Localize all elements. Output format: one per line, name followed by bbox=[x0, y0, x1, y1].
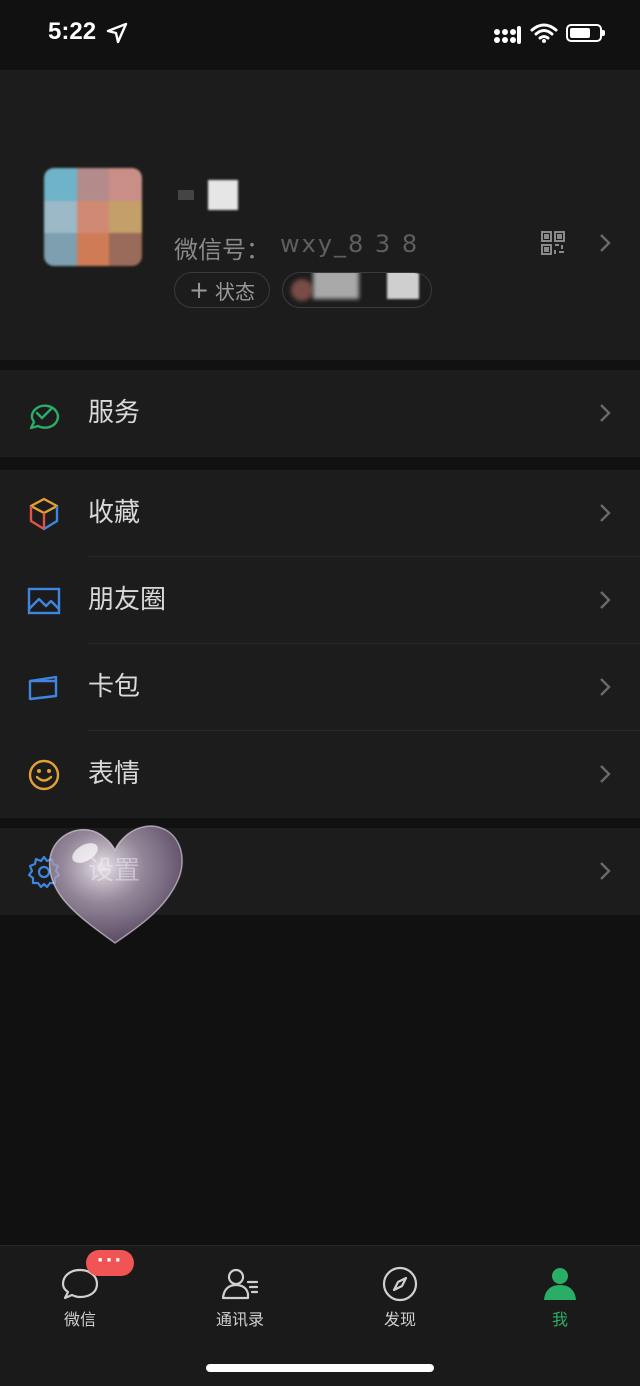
chevron-right-icon bbox=[598, 402, 612, 428]
nickname-redacted bbox=[178, 180, 240, 210]
menu-item-moments[interactable]: 朋友圈 bbox=[0, 557, 640, 644]
cellular-signal-icon bbox=[494, 26, 522, 48]
services-check-icon bbox=[26, 396, 62, 432]
tab-me[interactable]: 我 bbox=[480, 1246, 640, 1346]
chevron-right-icon bbox=[598, 676, 612, 702]
location-arrow-icon bbox=[106, 22, 128, 48]
chevron-right-icon bbox=[598, 232, 612, 258]
add-status-button[interactable]: + 状态 bbox=[174, 272, 270, 308]
battery-icon bbox=[566, 24, 605, 42]
menu-label-services: 服务 bbox=[88, 398, 141, 428]
favorites-cube-icon bbox=[26, 496, 62, 532]
menu-label-favorites: 收藏 bbox=[88, 498, 141, 528]
card-wallet-icon bbox=[26, 670, 62, 706]
menu-label-cards: 卡包 bbox=[88, 672, 141, 702]
services-section: 服务 bbox=[0, 370, 640, 457]
tab-label-me: 我 bbox=[551, 1310, 568, 1329]
menu-item-stickers[interactable]: 表情 bbox=[0, 731, 640, 818]
menu-item-services[interactable]: 服务 bbox=[0, 370, 640, 457]
chevron-right-icon bbox=[598, 502, 612, 528]
menu-label-moments: 朋友圈 bbox=[88, 585, 167, 615]
wifi-icon bbox=[530, 22, 558, 48]
moments-picture-icon bbox=[26, 583, 62, 619]
qr-code-icon[interactable] bbox=[540, 230, 566, 260]
menu-label-stickers: 表情 bbox=[88, 759, 141, 789]
avatar[interactable] bbox=[44, 168, 142, 266]
status-bar: 5:22 bbox=[0, 0, 640, 70]
friend-status-chip[interactable] bbox=[282, 272, 432, 308]
compass-icon bbox=[380, 1264, 420, 1304]
tab-chats[interactable]: ··· 微信 bbox=[0, 1246, 160, 1346]
tab-label-contacts: 通讯录 bbox=[215, 1310, 264, 1329]
menu-item-cards[interactable]: 卡包 bbox=[0, 644, 640, 731]
home-indicator[interactable] bbox=[206, 1364, 434, 1372]
wechat-id-label: 微信号： bbox=[174, 236, 270, 264]
profile-header[interactable]: 微信号： wxy_8 3 8 + 状态 bbox=[0, 70, 640, 360]
contacts-person-icon bbox=[220, 1264, 260, 1304]
me-person-icon bbox=[540, 1264, 580, 1304]
unread-badge: ··· bbox=[86, 1250, 134, 1276]
status-button-label: 状态 bbox=[215, 279, 256, 304]
status-time: 5:22 bbox=[48, 18, 97, 45]
tab-label-chats: 微信 bbox=[63, 1310, 96, 1329]
features-section: 收藏 朋友圈 卡包 表情 bbox=[0, 470, 640, 818]
chevron-right-icon bbox=[598, 589, 612, 615]
smiley-face-icon bbox=[26, 757, 62, 793]
tab-contacts[interactable]: 通讯录 bbox=[160, 1246, 320, 1346]
chevron-right-icon bbox=[598, 860, 612, 886]
tab-discover[interactable]: 发现 bbox=[320, 1246, 480, 1346]
chevron-right-icon bbox=[598, 763, 612, 789]
floating-heart-sticker bbox=[40, 818, 190, 948]
wechat-id-value: wxy_8 3 8 bbox=[280, 230, 420, 258]
plus-icon: + bbox=[188, 276, 210, 304]
tab-label-discover: 发现 bbox=[383, 1310, 416, 1329]
menu-item-favorites[interactable]: 收藏 bbox=[0, 470, 640, 557]
